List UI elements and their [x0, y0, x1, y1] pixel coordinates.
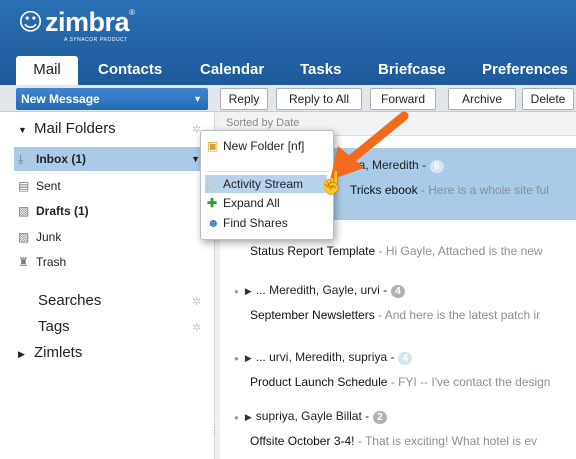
menu-item-expand-all[interactable]: ✚ Expand All: [207, 194, 280, 212]
folder-label: Drafts (1): [36, 204, 89, 218]
message-count-badge: 4: [398, 352, 413, 365]
tab-tasks[interactable]: Tasks: [300, 56, 341, 85]
chevron-down-icon[interactable]: ▼: [191, 147, 200, 171]
expand-triangle-icon[interactable]: ▶: [245, 353, 252, 363]
tab-label: Calendar: [200, 61, 265, 78]
tab-label: Mail: [33, 61, 61, 78]
menu-separator: [207, 171, 329, 172]
tab-label: Preferences: [482, 61, 568, 78]
zimlets-label: Zimlets: [34, 344, 83, 361]
forward-button[interactable]: Forward: [370, 88, 436, 110]
tags-header[interactable]: Tags: [38, 318, 70, 335]
find-shares-icon: ☻: [207, 216, 220, 230]
new-message-label: New Message: [21, 92, 100, 106]
expand-triangle-icon[interactable]: ▶: [18, 349, 34, 360]
delete-label: Delete: [530, 92, 566, 106]
sidebar-item-drafts[interactable]: ▧ Drafts (1): [18, 199, 208, 223]
sidebar-item-inbox[interactable]: ⤓ Inbox (1) ▼: [14, 147, 212, 171]
chevron-down-icon[interactable]: ▼: [193, 88, 202, 110]
activity-stream-icon: ▷: [207, 177, 217, 191]
forward-label: Forward: [380, 92, 425, 106]
gear-icon[interactable]: ✲: [192, 295, 201, 308]
tab-preferences[interactable]: Preferences: [482, 56, 568, 85]
inbox-icon: ⤓: [18, 152, 24, 166]
drafts-icon: ▧: [18, 204, 30, 218]
folder-label: Junk: [36, 230, 62, 244]
tab-mail[interactable]: Mail: [16, 56, 78, 85]
reply-label: Reply: [228, 92, 260, 106]
gear-icon[interactable]: ✲: [192, 321, 201, 334]
delete-button[interactable]: Delete: [522, 88, 574, 110]
sort-label: Sorted by Date: [226, 117, 300, 129]
expand-triangle-icon[interactable]: ▶: [245, 286, 252, 296]
new-folder-icon: ▣: [207, 139, 219, 153]
tab-briefcase[interactable]: Briefcase: [378, 56, 446, 85]
splitter-grip-icon[interactable]: ⋮: [210, 425, 219, 436]
sidebar-item-trash[interactable]: ♜ Trash: [18, 250, 208, 274]
message-participants[interactable]: ● ▶... urvi, Meredith, supriya -4: [234, 350, 413, 365]
sent-icon: ▤: [18, 179, 30, 193]
unread-dot-icon: ●: [234, 413, 239, 422]
brand-name: zimbra: [45, 7, 130, 37]
expand-triangle-icon[interactable]: ▶: [245, 412, 252, 422]
zimbra-logo[interactable]: ☺ zimbra ® A SYNACOR PRODUCT: [18, 7, 135, 43]
reply-all-button[interactable]: Reply to All: [276, 88, 362, 110]
reply-button[interactable]: Reply: [220, 88, 268, 110]
message-count-badge: 6: [430, 160, 444, 173]
menu-item-label: New Folder [nf]: [223, 139, 305, 153]
brand-subtitle: A SYNACOR PRODUCT: [64, 37, 128, 43]
searches-label: Searches: [38, 292, 102, 309]
message-count-badge: 2: [373, 411, 387, 424]
searches-header[interactable]: Searches: [38, 292, 101, 309]
zimlets-header[interactable]: ▶ Zimlets: [18, 344, 82, 361]
unread-dot-icon: ●: [234, 287, 239, 296]
message-participants[interactable]: ● ▶... Meredith, Gayle, urvi -4: [234, 283, 405, 298]
folder-label: Trash: [36, 255, 67, 269]
sidebar-item-junk[interactable]: ▨ Junk: [18, 225, 208, 249]
folder-label: Inbox (1): [36, 152, 86, 166]
menu-item-find-shares[interactable]: ☻ Find Shares: [207, 214, 288, 232]
tags-label: Tags: [38, 318, 70, 335]
mail-folders-header[interactable]: ▼ Mail Folders: [18, 120, 116, 137]
sidebar-item-sent[interactable]: ▤ Sent: [18, 174, 208, 198]
app-tabs: Mail Contacts Calendar Tasks Briefcase P…: [0, 56, 576, 85]
app-header: ☺ zimbra ® A SYNACOR PRODUCT Mail Contac…: [0, 0, 576, 85]
junk-icon: ▨: [18, 230, 30, 244]
tab-label: Contacts: [98, 61, 163, 78]
message-count-badge: 4: [391, 285, 405, 298]
menu-item-activity-stream[interactable]: ▷ Activity Stream: [205, 175, 327, 193]
message-subject-line[interactable]: September Newsletters - And here is the …: [250, 308, 540, 322]
message-participants[interactable]: ● ▶ supriya, Gayle Billat -2: [234, 409, 387, 424]
menu-item-label: Find Shares: [223, 216, 288, 230]
hand-cursor-icon: ☝: [318, 170, 346, 195]
message-subject-line[interactable]: Status Report Template - Hi Gayle, Attac…: [250, 244, 543, 258]
message-subject-line[interactable]: Product Launch Schedule - FYI -- I've co…: [250, 375, 550, 389]
menu-item-new-folder[interactable]: ▣ New Folder [nf]: [207, 137, 304, 155]
archive-button[interactable]: Archive: [448, 88, 516, 110]
tab-calendar[interactable]: Calendar: [200, 56, 264, 85]
brand-reg-mark: ®: [129, 8, 135, 17]
tab-label: Tasks: [300, 61, 342, 78]
menu-item-label: Activity Stream: [223, 177, 304, 191]
message-subject-line[interactable]: Offsite October 3-4! - That is exciting!…: [250, 434, 537, 448]
folder-context-menu: ▣ New Folder [nf] ▷ Activity Stream ✚ Expan…: [200, 130, 334, 240]
tab-contacts[interactable]: Contacts: [98, 56, 162, 85]
reply-all-label: Reply to All: [288, 92, 350, 106]
trash-icon: ♜: [18, 255, 29, 269]
mail-toolbar: New Message ▼ Reply Reply to All Forward…: [0, 85, 576, 112]
menu-item-label: Expand All: [223, 196, 280, 210]
unread-dot-icon: ●: [234, 354, 239, 363]
mail-folders-label: Mail Folders: [34, 120, 116, 137]
new-message-button[interactable]: New Message ▼: [16, 88, 208, 110]
folder-label: Sent: [36, 179, 61, 193]
tab-label: Briefcase: [378, 61, 446, 78]
collapse-triangle-icon[interactable]: ▼: [18, 125, 34, 135]
archive-label: Archive: [461, 92, 502, 106]
zimbra-logo-icon: ☺: [18, 8, 44, 36]
expand-all-icon: ✚: [207, 196, 218, 210]
